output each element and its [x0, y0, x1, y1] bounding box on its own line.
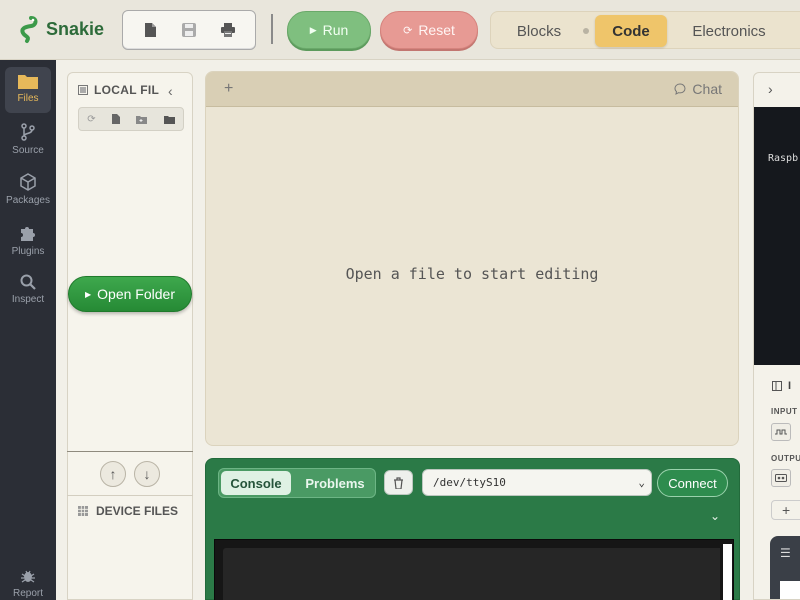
port-value: /dev/ttyS10 [433, 476, 506, 489]
activity-packages[interactable]: Packages [5, 167, 51, 213]
chevron-down-icon: ⌄ [638, 476, 645, 489]
right-panel: › Raspb I INPUT OUTPU + ☰ [753, 72, 800, 600]
mode-code[interactable]: Code [595, 15, 667, 47]
output-label: OUTPU [771, 454, 800, 463]
mode-blocks[interactable]: Blocks [499, 15, 579, 47]
local-files-panel: LOCAL FIL ‹ ⟳ [67, 72, 193, 600]
editor-tab-bar: + Chat [206, 72, 738, 107]
package-icon [20, 173, 36, 191]
save-icon[interactable] [178, 19, 200, 41]
activity-inspect[interactable]: Inspect [5, 268, 51, 314]
app-logo: Snakie [14, 14, 104, 44]
reset-label: Reset [418, 22, 455, 38]
open-folder-button[interactable]: ▶ Open Folder [68, 276, 192, 312]
local-files-header: LOCAL FIL [78, 83, 159, 97]
branch-icon [21, 123, 35, 141]
new-file-icon[interactable] [139, 19, 161, 41]
terminal-scrollbar[interactable] [720, 544, 732, 600]
activity-report-label: Report [12, 588, 43, 599]
device-preview: Raspb [754, 107, 800, 365]
refresh-icon[interactable]: ⟳ [87, 114, 95, 125]
print-icon[interactable] [217, 19, 239, 41]
mode-switcher: Blocks Code Electronics [490, 11, 800, 49]
mode-electronics[interactable]: Electronics [679, 15, 779, 47]
tab-problems[interactable]: Problems [297, 471, 373, 495]
io-section-header: I [772, 380, 791, 392]
new-file-icon[interactable] [111, 114, 120, 124]
move-up-button[interactable]: ↑ [100, 461, 126, 487]
chat-icon [674, 83, 686, 95]
new-folder-icon[interactable] [136, 115, 148, 124]
chat-label: Chat [692, 81, 722, 97]
folder-icon[interactable] [163, 115, 175, 124]
clear-console-button[interactable] [384, 470, 413, 495]
play-icon: ▶ [85, 289, 92, 299]
port-select[interactable]: /dev/ttyS10 ⌄ [422, 469, 652, 496]
search-icon [20, 274, 36, 290]
panel-icon [78, 85, 88, 95]
add-component-button[interactable]: + [771, 500, 800, 520]
local-files-toolbar: ⟳ [78, 107, 184, 131]
panel-icon [772, 381, 782, 391]
device-files-title: DEVICE FILES [96, 504, 179, 518]
puzzle-icon [21, 227, 35, 241]
console-panel: Console Problems /dev/ttyS10 ⌄ Connect ⌄ [205, 458, 740, 600]
code-editor: + Chat Open a file to start editing [205, 71, 739, 446]
toolbar-divider [271, 14, 273, 44]
file-actions-group [122, 10, 256, 50]
activity-plugins-label: Plugins [11, 246, 45, 257]
add-tab-button[interactable]: + [224, 80, 233, 98]
output-device-icon[interactable] [771, 469, 791, 487]
bug-icon [21, 570, 35, 583]
activity-source[interactable]: Source [5, 117, 51, 163]
input-label: INPUT [771, 407, 798, 416]
run-button[interactable]: ▶ Run [287, 11, 371, 49]
connect-button[interactable]: Connect [657, 469, 728, 497]
console-tabs: Console Problems [218, 468, 376, 498]
mode-separator-dot [583, 28, 589, 34]
terminal-screen [223, 548, 727, 600]
panel-divider [67, 451, 193, 452]
folder-icon [18, 75, 38, 89]
input-signal-icon[interactable] [771, 423, 791, 441]
panel-divider [67, 495, 193, 496]
activity-bar: Files Source Packages Plugins Inspect Re… [0, 60, 56, 600]
activity-files[interactable]: Files [5, 67, 51, 113]
menu-icon[interactable]: ☰ [780, 546, 791, 560]
arrow-down-icon: ↓ [143, 466, 151, 482]
activity-plugins[interactable]: Plugins [5, 218, 51, 264]
terminal-output[interactable] [214, 539, 734, 600]
trash-icon [394, 476, 403, 489]
arrow-up-icon: ↑ [109, 466, 117, 482]
play-icon: ▶ [309, 24, 317, 35]
app-name: Snakie [46, 18, 105, 39]
activity-packages-label: Packages [6, 195, 50, 206]
grid-icon [78, 506, 88, 516]
chevron-down-icon[interactable]: ⌄ [710, 509, 720, 523]
reset-icon: ⟳ [403, 24, 413, 37]
device-name: Raspb [768, 153, 799, 164]
collapse-left-icon[interactable]: ‹ [168, 83, 173, 99]
snake-logo-icon [20, 16, 38, 43]
move-down-button[interactable]: ↓ [134, 461, 160, 487]
local-files-title: LOCAL FIL [94, 83, 160, 97]
editor-empty-message: Open a file to start editing [345, 265, 599, 283]
open-folder-label: Open Folder [97, 286, 175, 302]
chat-button[interactable]: Chat [674, 81, 722, 97]
activity-source-label: Source [12, 145, 44, 156]
component-preview [780, 581, 800, 599]
activity-files-label: Files [17, 93, 39, 104]
run-label: Run [322, 22, 349, 38]
device-files-header: DEVICE FILES [78, 504, 178, 518]
top-bar: Snakie ▶ Run ⟳ Reset Blocks Code Electro… [0, 0, 800, 60]
chevron-right-icon[interactable]: › [768, 81, 773, 97]
reset-button[interactable]: ⟳ Reset [380, 11, 478, 49]
io-section-title: I [788, 380, 792, 392]
activity-report[interactable]: Report [5, 562, 51, 600]
activity-inspect-label: Inspect [11, 294, 45, 305]
component-card: ☰ [770, 536, 800, 599]
tab-console[interactable]: Console [221, 471, 291, 495]
